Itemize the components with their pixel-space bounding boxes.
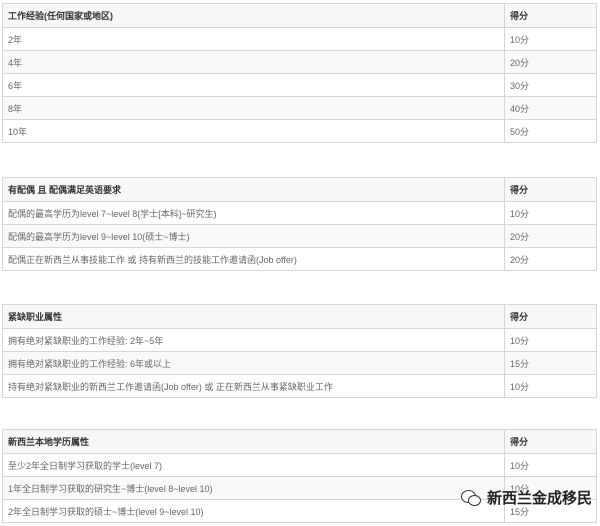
work-experience-table: 工作经验(任何国家或地区) 得分 2年 10分 4年 20分 6年 30分 8年… — [2, 3, 597, 143]
row-criterion: 10年 — [2, 119, 505, 143]
table-row: 配偶的最高学历为level 9~level 10(硕士~博士) 20分 — [2, 224, 597, 248]
watermark: 新西兰金成移民 — [460, 487, 592, 508]
header-points: 得分 — [504, 177, 597, 202]
row-criterion: 2年 — [2, 27, 505, 51]
spouse-table: 有配偶 且 配偶满足英语要求 得分 配偶的最高学历为level 7~level … — [2, 177, 597, 271]
row-points: 15分 — [504, 351, 597, 375]
header-points: 得分 — [504, 3, 597, 28]
table-header-row: 新西兰本地学历属性 得分 — [2, 429, 597, 454]
row-points: 30分 — [504, 73, 597, 97]
row-points: 10分 — [504, 27, 597, 51]
row-points: 10分 — [504, 374, 597, 398]
row-points: 10分 — [504, 201, 597, 225]
row-points: 10分 — [504, 328, 597, 352]
row-criterion: 1年全日制学习获取的研究生~博士(level 8~level 10) — [2, 476, 505, 500]
table-row: 拥有绝对紧缺职业的工作经验: 6年或以上 15分 — [2, 351, 597, 375]
watermark-text: 新西兰金成移民 — [486, 490, 592, 507]
header-category: 工作经验(任何国家或地区) — [2, 3, 505, 28]
row-criterion: 至少2年全日制学习获取的学士(level 7) — [2, 453, 505, 477]
header-points: 得分 — [504, 304, 597, 329]
table-row: 至少2年全日制学习获取的学士(level 7) 10分 — [2, 453, 597, 477]
row-criterion: 6年 — [2, 73, 505, 97]
row-points: 10分 — [504, 453, 597, 477]
row-criterion: 配偶正在新西兰从事技能工作 或 持有新西兰的技能工作邀请函(Job offer) — [2, 247, 505, 271]
row-points: 20分 — [504, 224, 597, 248]
table-row: 4年 20分 — [2, 50, 597, 74]
header-category: 有配偶 且 配偶满足英语要求 — [2, 177, 505, 202]
row-criterion: 8年 — [2, 96, 505, 120]
row-points: 50分 — [504, 119, 597, 143]
table-header-row: 有配偶 且 配偶满足英语要求 得分 — [2, 177, 597, 202]
row-criterion: 配偶的最高学历为level 9~level 10(硕士~博士) — [2, 224, 505, 248]
table-row: 持有绝对紧缺职业的新西兰工作邀请函(Job offer) 或 正在新西兰从事紧缺… — [2, 374, 597, 398]
row-points: 20分 — [504, 247, 597, 271]
row-criterion: 持有绝对紧缺职业的新西兰工作邀请函(Job offer) 或 正在新西兰从事紧缺… — [2, 374, 505, 398]
table-row: 配偶正在新西兰从事技能工作 或 持有新西兰的技能工作邀请函(Job offer)… — [2, 247, 597, 271]
nz-qualification-table: 新西兰本地学历属性 得分 至少2年全日制学习获取的学士(level 7) 10分… — [2, 429, 597, 523]
table-row: 2年 10分 — [2, 27, 597, 51]
row-criterion: 2年全日制学习获取的硕士~博士(level 9~level 10) — [2, 499, 505, 523]
table-row: 6年 30分 — [2, 73, 597, 97]
row-points: 40分 — [504, 96, 597, 120]
row-criterion: 拥有绝对紧缺职业的工作经验: 6年或以上 — [2, 351, 505, 375]
header-points: 得分 — [504, 429, 597, 454]
header-category: 紧缺职业属性 — [2, 304, 505, 329]
row-criterion: 配偶的最高学历为level 7~level 8(学士[本科]~研究生) — [2, 201, 505, 225]
table-header-row: 紧缺职业属性 得分 — [2, 304, 597, 329]
table-row: 配偶的最高学历为level 7~level 8(学士[本科]~研究生) 10分 — [2, 201, 597, 225]
row-criterion: 拥有绝对紧缺职业的工作经验: 2年~5年 — [2, 328, 505, 352]
wechat-icon — [460, 489, 481, 506]
header-category: 新西兰本地学历属性 — [2, 429, 505, 454]
table-row: 10年 50分 — [2, 119, 597, 143]
row-points: 20分 — [504, 50, 597, 74]
table-row: 8年 40分 — [2, 96, 597, 120]
row-criterion: 4年 — [2, 50, 505, 74]
table-header-row: 工作经验(任何国家或地区) 得分 — [2, 3, 597, 28]
shortage-occupation-table: 紧缺职业属性 得分 拥有绝对紧缺职业的工作经验: 2年~5年 10分 拥有绝对紧… — [2, 304, 597, 398]
table-row: 拥有绝对紧缺职业的工作经验: 2年~5年 10分 — [2, 328, 597, 352]
